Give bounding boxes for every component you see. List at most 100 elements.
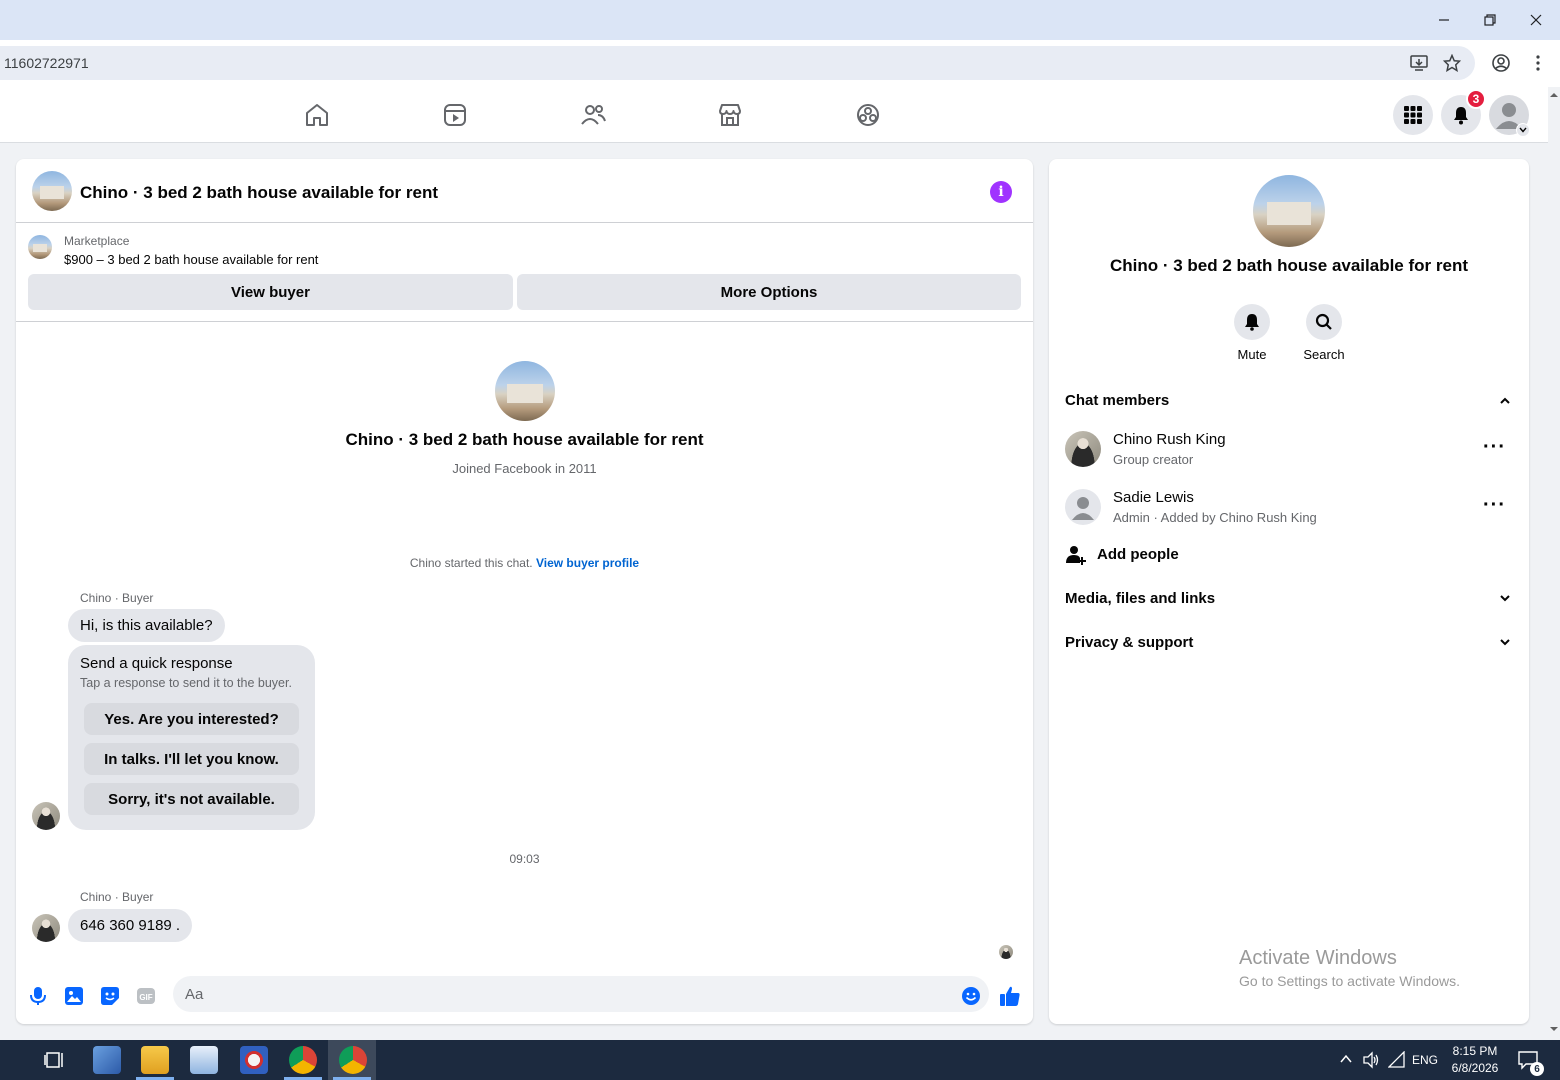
quick-response-subtitle: Tap a response to send it to the buyer. (80, 676, 292, 690)
home-icon[interactable] (303, 101, 331, 129)
member-name[interactable]: Sadie Lewis (1113, 489, 1194, 506)
search-button[interactable]: Search (1294, 304, 1354, 362)
message-composer: GIF (16, 974, 1033, 1024)
microphone-icon[interactable] (26, 984, 50, 1008)
chat-members-header[interactable]: Chat members (1065, 392, 1513, 409)
chat-started-text: Chino started this chat. (409, 556, 533, 570)
browser-menu-icon[interactable] (1527, 52, 1549, 74)
more-options-button[interactable]: More Options (517, 274, 1021, 310)
chevron-down-icon (1497, 590, 1513, 606)
chevron-up-icon (1497, 392, 1513, 408)
paint-app-icon[interactable] (240, 1046, 268, 1074)
chat-header: Chino · 3 bed 2 bath house available for… (16, 159, 1033, 223)
network-icon[interactable] (1387, 1050, 1406, 1074)
clock-time[interactable]: 8:15 PM (1445, 1044, 1505, 1058)
gaming-icon[interactable] (854, 101, 882, 129)
buyer-avatar[interactable] (32, 914, 60, 942)
mute-bell-icon (1234, 304, 1270, 340)
view-buyer-profile-link[interactable]: View buyer profile (536, 556, 639, 570)
chat-title[interactable]: Chino · 3 bed 2 bath house available for… (80, 183, 438, 203)
mute-button[interactable]: Mute (1222, 304, 1282, 362)
address-bar[interactable]: 11602722971 (0, 46, 1475, 80)
search-icon (1306, 304, 1342, 340)
member-role: Group creator (1113, 452, 1194, 467)
account-chevron-icon[interactable] (1516, 123, 1530, 137)
quick-response-option[interactable]: Sorry, it's not available. (84, 783, 299, 815)
quick-response-title: Send a quick response (80, 655, 233, 672)
gif-icon[interactable]: GIF (134, 984, 158, 1008)
intro-joined: Joined Facebook in 2011 (452, 461, 597, 476)
listing-source: Marketplace (64, 234, 130, 248)
activate-windows-subtitle: Go to Settings to activate Windows. (1239, 973, 1460, 989)
chrome-icon[interactable] (289, 1046, 317, 1074)
message-bubble[interactable]: Hi, is this available? (68, 609, 225, 642)
chat-members-label: Chat members (1065, 392, 1170, 409)
add-people-button[interactable]: Add people (1097, 546, 1179, 563)
conversation-info-panel: Chino · 3 bed 2 bath house available for… (1049, 159, 1529, 1024)
seen-indicator-avatar (999, 945, 1013, 959)
menu-grid-icon[interactable] (1393, 95, 1433, 135)
listing-description[interactable]: $900 – 3 bed 2 bath house available for … (64, 252, 318, 267)
member-more-icon[interactable]: ··· (1483, 494, 1506, 517)
chat-started-note: Chino started this chat. View buyer prof… (16, 556, 1033, 570)
side-conversation-name: Chino · 3 bed 2 bath house available for… (1109, 256, 1468, 275)
chrome-profile-icon[interactable] (339, 1046, 367, 1074)
privacy-support-label: Privacy & support (1065, 634, 1194, 651)
computer-app-icon[interactable] (93, 1046, 121, 1074)
address-text: 11602722971 (4, 55, 89, 71)
side-avatar[interactable] (1253, 175, 1325, 247)
tray-chevron-up-icon[interactable] (1339, 1052, 1353, 1071)
browser-titlebar (0, 0, 1560, 40)
chat-panel: Chino · 3 bed 2 bath house available for… (16, 159, 1033, 1024)
restore-icon[interactable] (1478, 8, 1502, 32)
marketplace-icon[interactable] (716, 101, 744, 129)
intro-name: Chino · 3 bed 2 bath house available for… (345, 430, 704, 449)
media-files-links-label: Media, files and links (1065, 590, 1216, 607)
info-icon[interactable]: i (990, 181, 1012, 203)
friends-icon[interactable] (579, 101, 607, 129)
listing-thumbnail[interactable] (28, 235, 52, 259)
member-avatar[interactable] (1065, 489, 1101, 525)
emoji-icon[interactable] (959, 984, 983, 1008)
member-role: Admin · Added by Chino Rush King (1113, 510, 1317, 525)
privacy-support-header[interactable]: Privacy & support (1065, 634, 1513, 651)
install-app-icon[interactable] (1408, 52, 1430, 74)
profile-icon[interactable] (1490, 52, 1512, 74)
notification-badge: 3 (1466, 89, 1486, 109)
search-label: Search (1303, 347, 1345, 362)
file-explorer-icon[interactable] (141, 1046, 169, 1074)
task-view-icon[interactable] (44, 1050, 66, 1070)
document-app-icon[interactable] (190, 1046, 218, 1074)
view-buyer-button[interactable]: View buyer (28, 274, 513, 310)
video-icon[interactable] (441, 101, 469, 129)
mute-label: Mute (1237, 347, 1267, 362)
member-name[interactable]: Chino Rush King (1113, 431, 1226, 448)
svg-text:GIF: GIF (139, 993, 152, 1002)
message-timestamp: 09:03 (509, 852, 540, 866)
action-center-count: 6 (1530, 1062, 1544, 1076)
like-thumb-icon[interactable] (998, 984, 1022, 1008)
volume-icon[interactable] (1362, 1051, 1380, 1074)
sticker-icon[interactable] (98, 984, 122, 1008)
listing-avatar[interactable] (32, 171, 72, 211)
clock-date[interactable]: 6/8/2026 (1445, 1061, 1505, 1075)
page-scrollbar[interactable] (1548, 87, 1560, 1040)
listing-banner: Marketplace $900 – 3 bed 2 bath house av… (16, 223, 1033, 322)
close-icon[interactable] (1524, 8, 1548, 32)
member-more-icon[interactable]: ··· (1483, 436, 1506, 459)
bookmark-star-icon[interactable] (1441, 52, 1463, 74)
message-input[interactable] (173, 976, 989, 1012)
quick-response-card: Send a quick response Tap a response to … (68, 645, 315, 830)
message-sender: Chino · Buyer (80, 890, 154, 904)
quick-response-option[interactable]: Yes. Are you interested? (84, 703, 299, 735)
buyer-avatar[interactable] (32, 802, 60, 830)
minimize-icon[interactable] (1432, 8, 1456, 32)
quick-response-option[interactable]: In talks. I'll let you know. (84, 743, 299, 775)
media-files-links-header[interactable]: Media, files and links (1065, 590, 1513, 607)
activate-windows-title: Activate Windows (1239, 947, 1397, 969)
intro-avatar[interactable] (495, 361, 555, 421)
photo-icon[interactable] (62, 984, 86, 1008)
member-avatar[interactable] (1065, 431, 1101, 467)
language-indicator[interactable]: ENG (1410, 1053, 1440, 1067)
message-bubble[interactable]: 646 360 9189 . (68, 909, 193, 942)
